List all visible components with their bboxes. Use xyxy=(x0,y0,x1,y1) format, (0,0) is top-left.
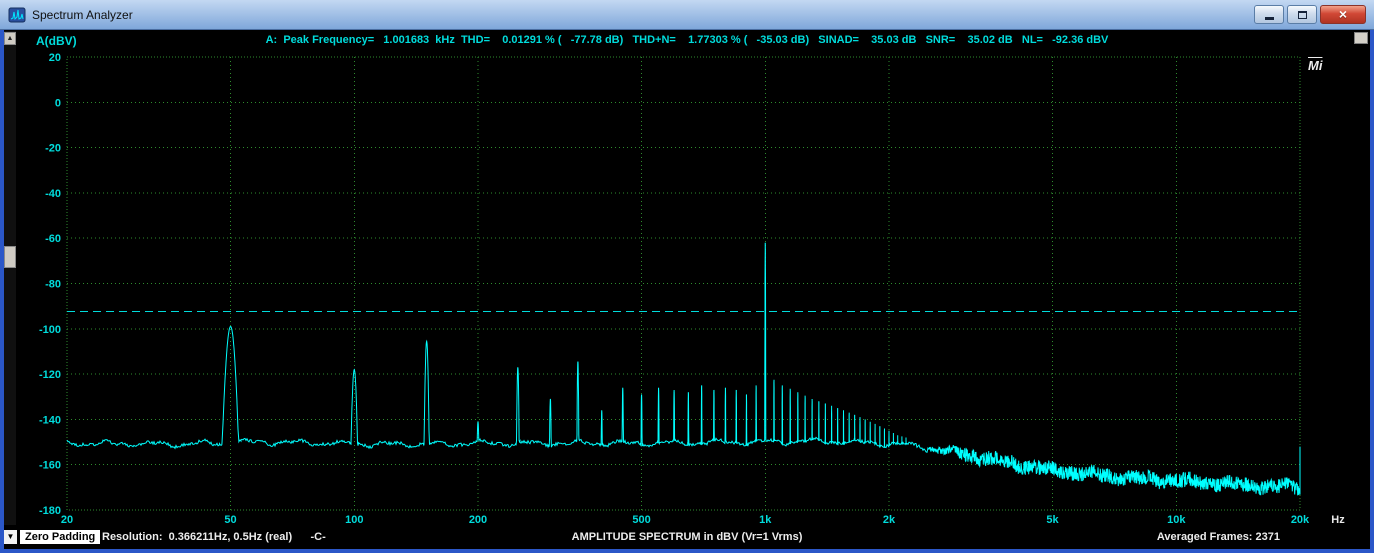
y-tick-label: -180 xyxy=(39,505,61,517)
y-tick-label: -20 xyxy=(45,143,61,155)
vertical-scrollbar[interactable]: ▲ xyxy=(4,31,16,525)
y-tick-label: -120 xyxy=(39,369,61,381)
dropdown-icon: ▼ xyxy=(4,530,17,544)
spectrum-chart[interactable]: 200-20-40-60-80-100-120-140-160-18020501… xyxy=(0,0,1374,553)
x-tick-label: 2k xyxy=(883,514,896,526)
spectrum-analyzer-window: Spectrum Analyzer × 200-20-40-60-80-100-… xyxy=(0,0,1374,553)
y-tick-label: -140 xyxy=(39,414,61,426)
window-border-bottom xyxy=(0,549,1374,553)
window-function-combo[interactable]: ▼ Zero Padding xyxy=(4,530,100,544)
window-border-right xyxy=(1370,30,1374,553)
x-tick-label: 5k xyxy=(1046,514,1059,526)
window-border-left xyxy=(0,30,4,553)
top-right-panel-button[interactable] xyxy=(1354,32,1368,44)
resolution-text: Resolution: 0.366211Hz, 0.5Hz (real) -C- xyxy=(102,531,326,543)
x-tick-label: 1k xyxy=(759,514,772,526)
measurement-readout: A: Peak Frequency= 1.001683 kHz THD= 0.0… xyxy=(70,34,1304,46)
y-axis-title: A(dBV) xyxy=(36,34,77,48)
scroll-up-button[interactable]: ▲ xyxy=(4,32,16,45)
averaged-frames: Averaged Frames: 2371 xyxy=(1157,531,1280,543)
x-tick-label: 20k xyxy=(1291,514,1310,526)
scrollbar-thumb[interactable] xyxy=(4,246,16,268)
y-tick-label: -160 xyxy=(39,460,61,472)
y-tick-label: -60 xyxy=(45,233,61,245)
status-bar: ▼ Zero Padding Resolution: 0.366211Hz, 0… xyxy=(4,528,1370,549)
x-tick-label: 10k xyxy=(1167,514,1186,526)
x-tick-label: 100 xyxy=(345,514,363,526)
y-tick-label: 20 xyxy=(49,52,61,64)
spectrum-trace xyxy=(67,243,1300,496)
x-axis-unit: Hz xyxy=(1331,514,1345,526)
x-tick-label: 50 xyxy=(224,514,236,526)
y-tick-label: -100 xyxy=(39,324,61,336)
mi-logo: Mi xyxy=(1308,58,1322,73)
y-tick-label: -40 xyxy=(45,188,61,200)
y-tick-label: 0 xyxy=(55,97,61,109)
x-tick-label: 200 xyxy=(469,514,487,526)
x-tick-label: 500 xyxy=(632,514,650,526)
window-function-value: Zero Padding xyxy=(20,530,100,544)
y-tick-label: -80 xyxy=(45,279,61,291)
x-tick-label: 20 xyxy=(61,514,73,526)
scroll-up-icon: ▲ xyxy=(7,35,14,42)
